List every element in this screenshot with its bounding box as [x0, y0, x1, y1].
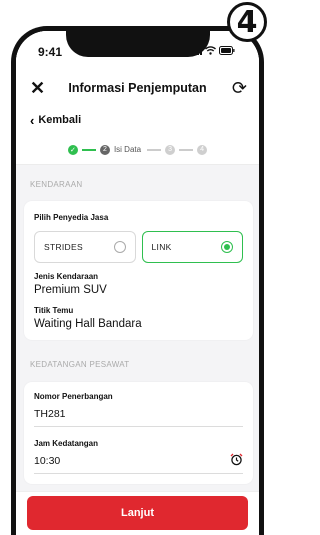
status-bar: 9:41: [16, 31, 259, 71]
vehicle-type-value: Premium SUV: [34, 284, 107, 296]
arrival-section-title: KEDATANGAN PESAWAT: [30, 360, 130, 369]
meeting-point-value: Waiting Hall Bandara: [34, 318, 142, 330]
app-bar: ✕ Informasi Penjemputan ⟳: [16, 71, 259, 105]
arrival-time-value: 10:30: [34, 455, 61, 467]
alarm-clock-icon[interactable]: [230, 453, 243, 466]
signal-icon: [191, 46, 202, 55]
provider-options: STRIDES LINK: [34, 231, 243, 263]
notch: [66, 31, 210, 57]
back-button[interactable]: ‹ Kembali: [16, 105, 259, 135]
step-connector: [81, 148, 96, 151]
meeting-point-label: Titik Temu: [34, 306, 74, 315]
flight-number-label: Nomor Penerbangan: [34, 392, 113, 401]
step-3-indicator: 3: [165, 144, 176, 155]
arrival-time-input[interactable]: 10:30: [34, 452, 243, 474]
step-active-label: Isi Data: [113, 145, 142, 154]
bottom-bar: Lanjut: [16, 491, 259, 535]
close-icon[interactable]: ✕: [30, 79, 45, 97]
back-label: Kembali: [38, 114, 82, 126]
refresh-icon[interactable]: ⟳: [232, 78, 247, 99]
step-2-indicator: 2: [99, 144, 110, 155]
provider-option-strides[interactable]: STRIDES: [34, 231, 136, 263]
provider-option-link[interactable]: LINK: [141, 231, 243, 263]
step-4-indicator: 4: [197, 144, 208, 155]
provider-name: STRIDES: [44, 242, 83, 252]
continue-button[interactable]: Lanjut: [27, 496, 248, 530]
vehicle-section-title: KENDARAAN: [30, 180, 83, 189]
vehicle-type-label: Jenis Kendaraan: [34, 272, 99, 281]
step-connector: [147, 148, 162, 151]
progress-stepper: ✓ 2 Isi Data 3 4: [16, 135, 259, 165]
arrival-time-label: Jam Kedatangan: [34, 439, 99, 448]
radio-selected-icon[interactable]: [221, 241, 233, 253]
flight-number-input[interactable]: TH281: [34, 405, 243, 427]
step-number-badge: 4: [227, 2, 267, 42]
radio-unselected-icon[interactable]: [113, 241, 126, 253]
phone-frame: 9:41 ✕ Informasi Penjemputan ⟳ ‹ Kembali…: [11, 26, 264, 535]
arrival-card: Nomor Penerbangan TH281 Jam Kedatangan 1…: [24, 382, 253, 484]
flight-number-value: TH281: [34, 408, 66, 420]
provider-label: Pilih Penyedia Jasa: [34, 213, 109, 222]
battery-icon: [219, 46, 235, 55]
page-title: Informasi Penjemputan: [68, 81, 207, 95]
status-time: 9:41: [38, 45, 63, 59]
step-connector: [179, 148, 194, 151]
vehicle-card: Pilih Penyedia Jasa STRIDES LINK Jenis K…: [24, 201, 253, 340]
system-icons: [191, 46, 235, 55]
provider-name: LINK: [151, 242, 172, 252]
wifi-icon: [205, 46, 216, 55]
chevron-left-icon: ‹: [30, 112, 35, 128]
step-done-check-icon: ✓: [67, 144, 78, 155]
screen: 9:41 ✕ Informasi Penjemputan ⟳ ‹ Kembali…: [16, 31, 259, 535]
